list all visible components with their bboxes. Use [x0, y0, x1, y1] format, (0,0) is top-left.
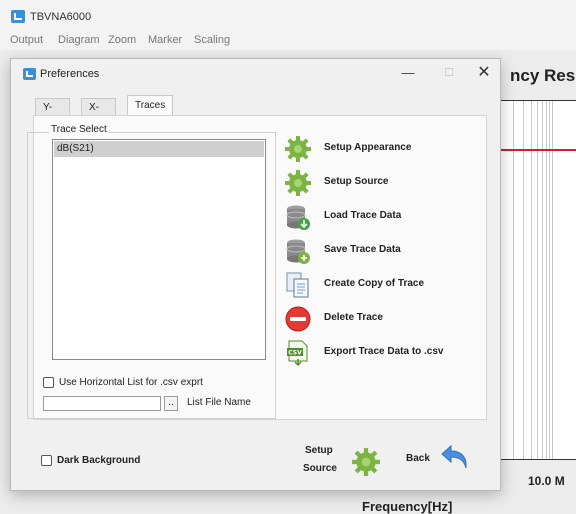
- browse-button[interactable]: ..: [164, 396, 178, 411]
- save-trace-data-button[interactable]: Save Trace Data: [284, 237, 484, 265]
- dialog-title: Preferences: [40, 68, 100, 80]
- gear-icon: [352, 448, 380, 476]
- x-tick-label: 10.0 M: [528, 474, 565, 488]
- create-copy-of-trace-button[interactable]: Create Copy of Trace: [284, 271, 484, 299]
- trace-line: [501, 149, 576, 151]
- menu-zoom[interactable]: Zoom: [108, 34, 136, 46]
- app-titlebar: TBVNA6000: [0, 0, 576, 30]
- app-title: TBVNA6000: [30, 11, 92, 23]
- setup-appearance-label: Setup Appearance: [324, 142, 412, 153]
- tab-x-axis[interactable]: X-Axis: [81, 98, 116, 130]
- dialog-titlebar[interactable]: Preferences — ☐ ✕: [11, 59, 500, 89]
- save-trace-data-label: Save Trace Data: [324, 244, 401, 255]
- load-trace-data-button[interactable]: Load Trace Data: [284, 203, 484, 231]
- export-csv-label: Export Trace Data to .csv: [324, 346, 444, 357]
- preferences-dialog: Preferences — ☐ ✕ Y-Axis X-Axis Traces T…: [10, 58, 501, 491]
- gear-icon: [285, 170, 311, 196]
- plot-grid: [500, 100, 576, 460]
- tab-y-axis[interactable]: Y-Axis: [35, 98, 70, 130]
- csv-export-icon: CSV: [287, 340, 308, 367]
- x-axis-label: Frequency[Hz]: [362, 499, 453, 514]
- setup-source-bottom-button[interactable]: Setup Source: [303, 445, 383, 479]
- setup-source-label: Setup Source: [324, 176, 389, 187]
- plot-title: ncy Resp: [510, 66, 576, 85]
- copy-document-icon: [286, 272, 309, 298]
- minimize-button[interactable]: —: [395, 61, 421, 85]
- create-copy-of-trace-label: Create Copy of Trace: [324, 278, 425, 289]
- setup-source-line1: Setup: [305, 445, 333, 456]
- trace-list[interactable]: dB(S21): [52, 139, 266, 360]
- export-csv-button[interactable]: CSV Export Trace Data to .csv: [284, 339, 484, 367]
- delete-icon: [285, 306, 311, 332]
- list-item[interactable]: dB(S21): [54, 141, 264, 157]
- menubar: Output Diagram Zoom Marker Scaling: [0, 30, 576, 50]
- delete-trace-label: Delete Trace: [324, 312, 383, 323]
- delete-trace-button[interactable]: Delete Trace: [284, 305, 484, 333]
- load-trace-data-label: Load Trace Data: [324, 210, 402, 221]
- menu-output[interactable]: Output: [10, 34, 43, 46]
- menu-diagram[interactable]: Diagram: [58, 34, 100, 46]
- dialog-logo-icon: [23, 68, 36, 80]
- list-file-name-label: List File Name: [187, 397, 251, 408]
- database-save-icon: [286, 239, 310, 264]
- trace-select-label: Trace Select: [49, 124, 109, 135]
- setup-appearance-button[interactable]: Setup Appearance: [284, 135, 484, 163]
- maximize-button: ☐: [444, 67, 454, 79]
- horizontal-list-checkbox[interactable]: [43, 377, 54, 388]
- setup-source-line2: Source: [303, 463, 337, 474]
- dark-background-label: Dark Background: [57, 455, 141, 466]
- horizontal-list-label: Use Horizontal List for .csv exprt: [59, 377, 203, 388]
- close-button[interactable]: ✕: [471, 61, 497, 85]
- menu-marker[interactable]: Marker: [148, 34, 182, 46]
- setup-source-button[interactable]: Setup Source: [284, 169, 484, 197]
- back-button[interactable]: Back: [403, 441, 483, 475]
- gear-icon: [285, 136, 311, 162]
- app-logo-icon: [11, 10, 25, 23]
- svg-text:CSV: CSV: [288, 350, 302, 357]
- database-load-icon: [286, 205, 310, 230]
- back-arrow-icon: [441, 444, 467, 469]
- back-label: Back: [406, 453, 430, 464]
- dark-background-checkbox[interactable]: [41, 455, 52, 466]
- menu-scaling[interactable]: Scaling: [194, 34, 230, 46]
- list-file-input[interactable]: [43, 396, 161, 411]
- tab-traces[interactable]: Traces: [127, 95, 174, 116]
